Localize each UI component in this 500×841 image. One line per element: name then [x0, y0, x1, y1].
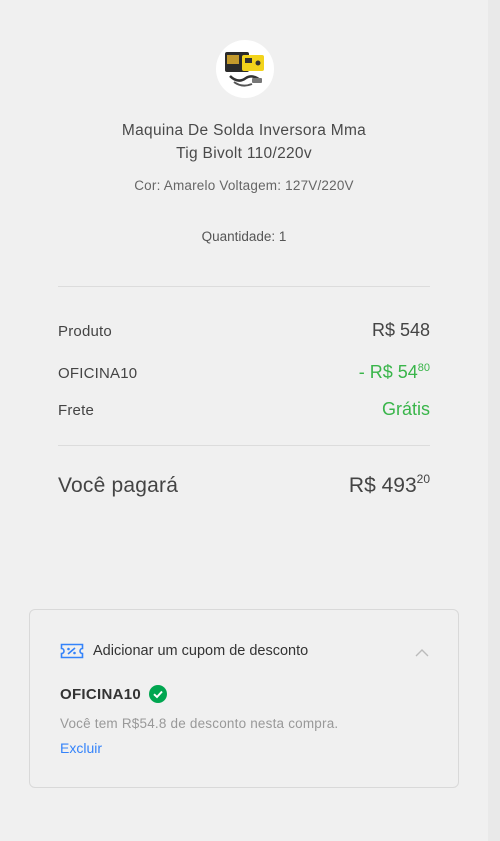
coupon-discount-cents: 80 [417, 362, 430, 374]
total-value: R$ 49320 [349, 472, 430, 498]
scroll-strip [488, 0, 500, 841]
product-title: Maquina De Solda Inversora Mma Tig Bivol… [58, 119, 430, 165]
divider [58, 445, 430, 446]
add-coupon-label: Adicionar um cupom de desconto [93, 643, 309, 659]
welding-machine-icon [216, 40, 274, 98]
applied-coupon: OFICINA10 [60, 685, 168, 703]
ticket-icon [60, 643, 84, 659]
coupon-discount-main: - R$ 54 [358, 362, 418, 382]
coupon-discount-note: Você tem R$54.8 de desconto nesta compra… [60, 716, 339, 731]
product-quantity: Quantidade: 1 [201, 229, 287, 244]
coupon-section: Adicionar um cupom de desconto OFICINA10… [29, 609, 459, 788]
product-variant: Cor: Amarelo Voltagem: 127V/220V [134, 178, 354, 193]
shipping-label: Frete [58, 402, 95, 419]
coupon-discount-value: - R$ 5480 [359, 362, 430, 383]
total-value-main: R$ 493 [348, 474, 417, 497]
summary-row-shipping: Frete Grátis [58, 399, 430, 420]
purchase-summary-panel: Maquina De Solda Inversora Mma Tig Bivol… [0, 0, 488, 841]
summary-row-coupon: OFICINA10 - R$ 5480 [58, 362, 430, 383]
chevron-up-icon[interactable] [415, 648, 429, 658]
divider [58, 286, 430, 287]
shipping-value: Grátis [381, 399, 430, 419]
summary-row-total: Você pagará R$ 49320 [58, 472, 430, 498]
product-title-line-1: Maquina De Solda Inversora Mma [121, 122, 367, 139]
remove-coupon-link[interactable]: Excluir [60, 740, 102, 756]
product-price-value: R$ 548 [371, 320, 430, 340]
product-price-label: Produto [58, 323, 112, 340]
check-circle-icon [149, 685, 168, 703]
summary-row-product: Produto R$ 548 [58, 320, 430, 341]
coupon-discount-label: OFICINA10 [58, 365, 138, 382]
total-label: Você pagará [58, 474, 179, 497]
applied-coupon-code: OFICINA10 [60, 685, 142, 703]
total-value-cents: 20 [416, 472, 430, 486]
add-coupon-toggle[interactable]: Adicionar um cupom de desconto [60, 642, 308, 660]
product-title-line-2: Tig Bivolt 110/220v [176, 145, 312, 162]
